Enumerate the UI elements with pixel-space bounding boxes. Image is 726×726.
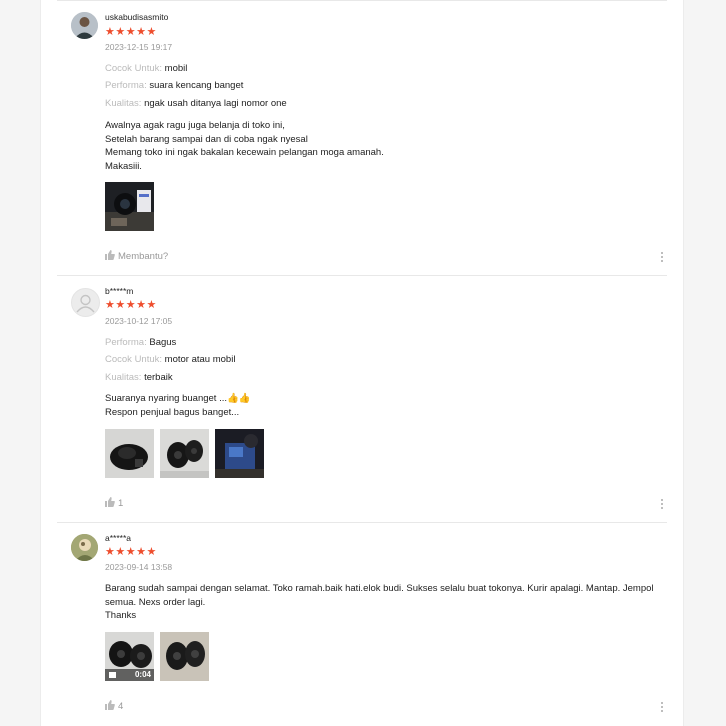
review-photo-thumbnail[interactable] [160,429,209,478]
helpful-count: 1 [118,498,124,509]
attribute-row: Performa: suara kencang banget [105,80,243,91]
review-card: b*****m ★★★★★ 2023-10-12 17:05 Performa:… [57,276,667,523]
attribute-key: Cocok Untuk: [105,354,163,365]
star-rating: ★★★★★ [105,546,157,558]
attribute-value: suara kencang banget [149,80,244,91]
comment-line: Setelah barang sampai dan di coba ngak n… [105,133,308,145]
helpful-button[interactable]: 1 [105,497,123,509]
thumbs-up-icon [105,700,115,710]
helpful-label: Membantu? [118,251,169,262]
review-photo-thumbnail[interactable] [105,182,154,231]
thumbs-up-icon [105,497,115,507]
star-rating: ★★★★★ [105,299,157,311]
attribute-key: Kualitas: [105,98,142,109]
attribute-value: Bagus [149,337,177,348]
comment-line: Makasiii. [105,160,142,172]
attribute-row: Kualitas: terbaik [105,372,173,383]
video-duration: 0:04 [134,670,151,679]
review-date: 2023-09-14 13:58 [105,562,173,572]
review-photo-thumbnail[interactable] [105,429,154,478]
helpful-button[interactable]: 4 [105,700,123,712]
comment-line: Barang sudah sampai dengan selamat. Toko… [105,583,654,594]
reviewer-name[interactable]: b*****m [105,286,133,296]
review-comment: Barang sudah sampai dengan selamat. Toko… [105,582,665,623]
review-date: 2023-10-12 17:05 [105,316,173,326]
comment-line: Thanks [105,610,137,621]
thumbs-up-icon [105,250,115,260]
attribute-key: Cocok Untuk: [105,63,163,74]
attribute-row: Cocok Untuk: motor atau mobil [105,354,235,365]
review-video-thumbnail[interactable]: 0:04 [105,632,154,681]
attribute-value: ngak usah ditanya lagi nomor one [144,98,287,109]
avatar-photo-image [71,12,98,39]
comment-line: semua. Nexs order lagi. [105,596,206,608]
avatar[interactable] [71,12,98,39]
reviewer-name[interactable]: a*****a [105,533,131,543]
comment-line: Memang toko ini ngak bakalan kecewain pe… [105,147,384,158]
user-placeholder-icon [76,294,95,313]
attribute-key: Kualitas: [105,372,142,383]
avatar[interactable] [71,534,98,561]
review-card: a*****a ★★★★★ 2023-09-14 13:58 Barang su… [57,523,667,726]
attribute-row: Cocok Untuk: mobil [105,63,187,74]
attribute-value: mobil [164,63,188,74]
more-vertical-icon[interactable] [661,499,665,511]
more-vertical-icon[interactable] [661,702,665,714]
avatar[interactable] [71,288,100,317]
comment-line: Suaranya nyaring buanget ...👍👍 [105,393,251,404]
more-vertical-icon[interactable] [661,252,665,264]
review-comment: Awalnya agak ragu juga belanja di toko i… [105,119,665,173]
review-card: uskabudisasmito ★★★★★ 2023-12-15 19:17 C… [57,0,667,276]
attribute-key: Performa: [105,80,147,91]
comment-line: Respon penjual bagus banget... [105,406,240,418]
review-comment: Suaranya nyaring buanget ...👍👍 Respon pe… [105,392,665,419]
helpful-button[interactable]: Membantu? [105,250,168,262]
video-duration-badge: 0:04 [105,669,154,681]
attribute-row: Performa: Bagus [105,337,176,348]
attribute-key: Performa: [105,337,147,348]
video-camera-icon [109,672,116,678]
review-photo-thumbnail[interactable] [160,632,209,681]
review-photo-thumbnail[interactable] [215,429,264,478]
reviews-panel: uskabudisasmito ★★★★★ 2023-12-15 19:17 C… [40,0,684,726]
reviewer-name[interactable]: uskabudisasmito [105,12,168,22]
review-date: 2023-12-15 19:17 [105,42,173,52]
attribute-value: terbaik [144,372,173,383]
attribute-value: motor atau mobil [164,354,236,365]
comment-line: Awalnya agak ragu juga belanja di toko i… [105,120,285,131]
star-rating: ★★★★★ [105,26,157,38]
attribute-row: Kualitas: ngak usah ditanya lagi nomor o… [105,98,287,109]
avatar-photo-image [71,534,98,561]
helpful-count: 4 [118,701,124,712]
